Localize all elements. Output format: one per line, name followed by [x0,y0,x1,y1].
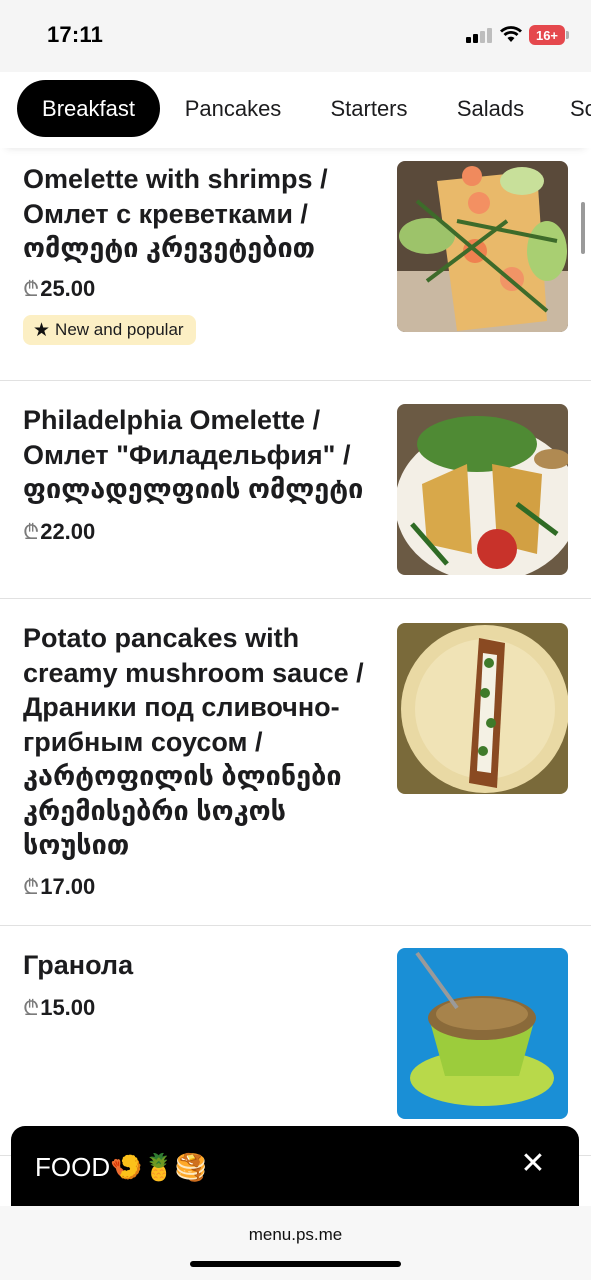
status-bar: 17:11 16+ [0,0,591,72]
menu-item[interactable]: Philadelphia Omelette / Омлет "Филадельф… [0,381,591,599]
menu-item[interactable]: Omelette with shrimps / Омлет с креветка… [0,148,591,381]
item-price: ₾25.00 [23,276,96,301]
item-photo[interactable] [397,161,568,332]
item-photo[interactable] [397,404,568,575]
item-title: Potato pancakes with creamy mushroom sau… [23,623,364,860]
lari-icon: ₾ [23,521,40,544]
tab-soups[interactable]: So [556,80,591,137]
status-time: 17:11 [47,22,104,47]
item-price: ₾17.00 [23,874,96,899]
menu-item[interactable]: Гранола ₾15.00 [0,926,591,1156]
lari-icon: ₾ [23,997,40,1020]
wifi-icon [499,24,523,44]
item-title: Гранола [23,950,134,980]
item-photo[interactable] [397,948,568,1119]
current-category-label: FOOD🍤🍍🥞 [35,1152,208,1182]
battery-icon: 16+ [529,25,569,45]
star-icon: ★ [33,319,51,341]
tab-starters[interactable]: Starters [312,80,426,137]
badge-label: New and popular [55,320,184,339]
menu-item[interactable]: Potato pancakes with creamy mushroom sau… [0,599,591,926]
browser-url-bar[interactable]: menu.ps.me [0,1206,591,1280]
scrollbar[interactable] [581,202,585,254]
category-tabs: Breakfast Pancakes Starters Salads So [0,72,591,148]
category-bottom-bar[interactable]: FOOD🍤🍍🥞 ✕ [11,1126,579,1206]
lari-icon: ₾ [23,278,40,301]
cellular-signal-icon [466,27,494,43]
url-text: menu.ps.me [248,1225,343,1244]
item-price: ₾15.00 [23,995,96,1020]
item-photo[interactable] [397,623,568,794]
close-icon[interactable]: ✕ [517,1148,549,1180]
home-indicator[interactable] [190,1261,401,1267]
status-badge: ★ New and popular [23,315,196,345]
tab-salads[interactable]: Salads [440,80,541,137]
item-price: ₾22.00 [23,519,96,544]
tab-pancakes[interactable]: Pancakes [168,80,298,137]
item-title: Philadelphia Omelette / Омлет "Филадельф… [23,405,364,504]
tab-breakfast[interactable]: Breakfast [17,80,160,137]
item-title: Omelette with shrimps / Омлет с креветка… [23,164,328,263]
lari-icon: ₾ [23,876,40,899]
